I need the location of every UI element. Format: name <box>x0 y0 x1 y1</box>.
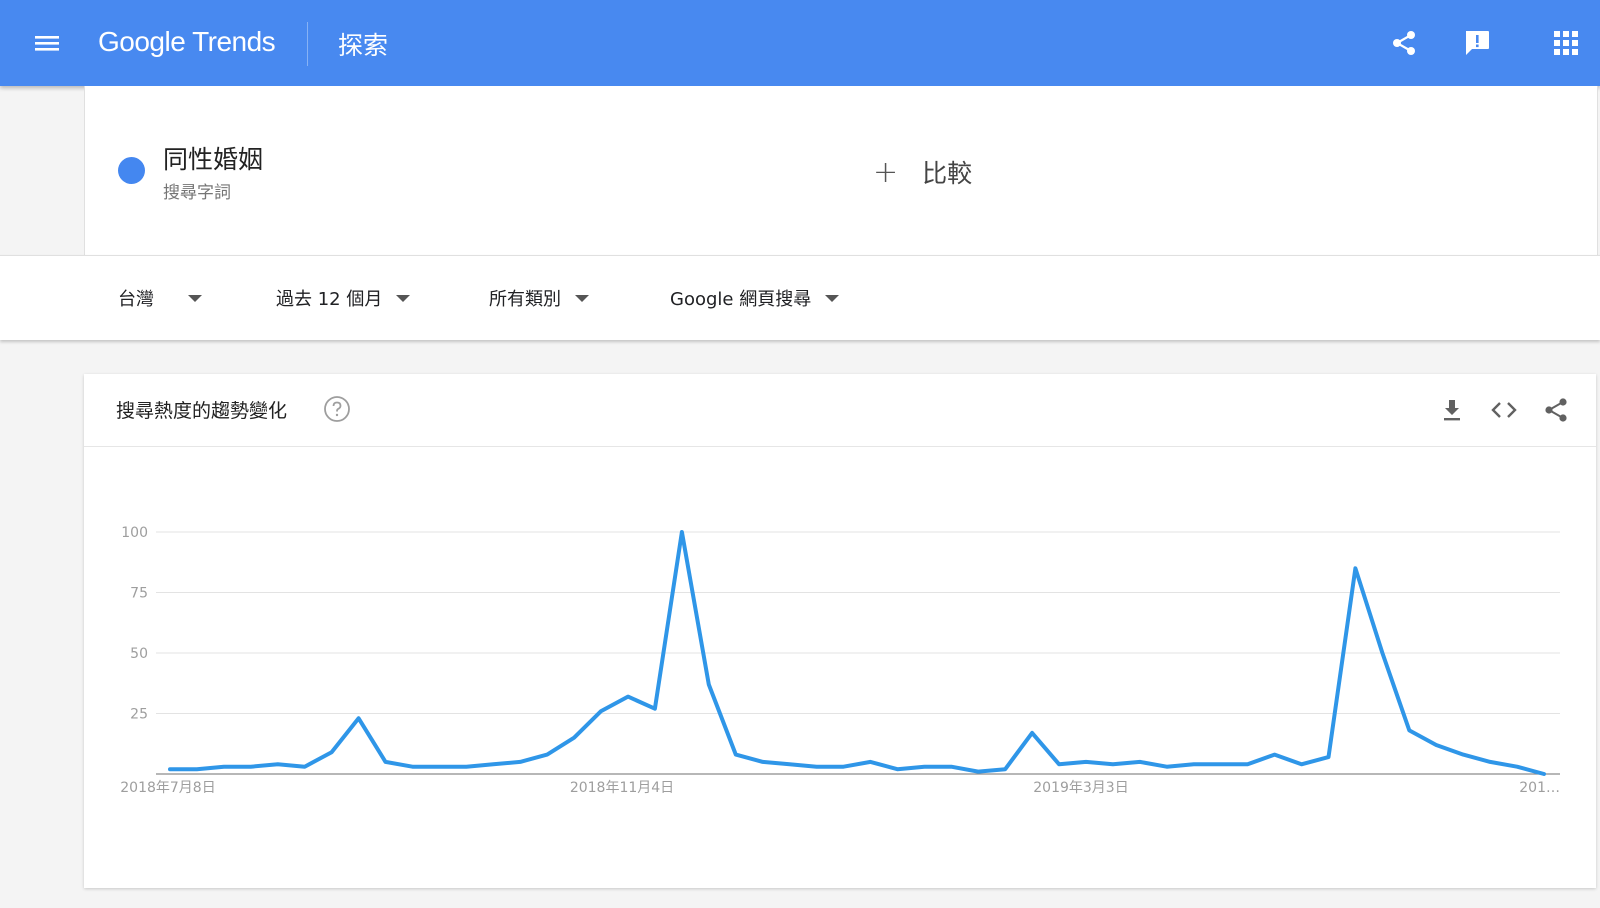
data-point <box>1326 755 1331 760</box>
data-point <box>221 764 226 769</box>
data-point <box>1164 764 1169 769</box>
data-point <box>1488 759 1493 764</box>
data-point <box>1137 759 1142 764</box>
data-point <box>1542 772 1547 777</box>
data-point <box>518 759 523 764</box>
data-point <box>383 759 388 764</box>
data-point <box>626 694 631 699</box>
data-point <box>1030 730 1035 735</box>
data-point <box>545 752 550 757</box>
data-point <box>652 706 657 711</box>
share-icon[interactable] <box>1389 28 1419 58</box>
data-point <box>329 750 334 755</box>
chevron-down-icon <box>188 294 202 302</box>
term-color-dot <box>118 157 145 184</box>
data-point <box>1218 762 1223 767</box>
category-filter-label: 所有類別 <box>489 289 561 310</box>
data-point <box>1515 764 1520 769</box>
data-point <box>949 764 954 769</box>
data-point <box>1353 566 1358 571</box>
search-type-filter[interactable]: Google 網頁搜尋 <box>670 280 840 316</box>
data-point <box>168 767 173 772</box>
data-point <box>814 764 819 769</box>
data-point <box>248 764 253 769</box>
region-filter[interactable]: 台灣 <box>118 280 202 316</box>
data-point <box>1110 762 1115 767</box>
data-point <box>1191 762 1196 767</box>
data-point <box>1003 767 1008 772</box>
compare-button[interactable]: + 比較 <box>873 152 972 192</box>
data-point <box>275 762 280 767</box>
chevron-down-icon <box>825 294 840 302</box>
data-point <box>760 759 765 764</box>
y-tick-label: 75 <box>130 586 148 602</box>
data-point <box>868 759 873 764</box>
data-point <box>410 764 415 769</box>
data-point <box>922 764 927 769</box>
page-title: 探索 <box>338 31 389 60</box>
x-tick-label: 2018年7月8日 <box>120 780 215 796</box>
data-point <box>599 709 604 714</box>
compare-panel: + 比較 <box>841 86 1598 255</box>
region-filter-label: 台灣 <box>118 289 154 310</box>
data-point <box>437 764 442 769</box>
data-point <box>356 716 361 721</box>
data-point <box>1461 752 1466 757</box>
interest-over-time-card: 搜尋熱度的趨勢變化 100 75 50 25 2018年7月8日 2018年11月4日 20… <box>84 374 1596 888</box>
y-tick-label: 50 <box>130 646 148 662</box>
data-point <box>464 764 469 769</box>
plus-icon: + <box>873 154 899 190</box>
google-trends-logo[interactable]: Google Trends <box>98 26 276 58</box>
x-tick-label: 2018年11月4日 <box>570 780 674 796</box>
chevron-down-icon <box>396 294 411 302</box>
search-term-panel[interactable]: 同性婚姻 搜尋字詞 <box>84 86 842 255</box>
data-point <box>1245 762 1250 767</box>
data-point <box>1272 752 1277 757</box>
chevron-down-icon <box>575 294 589 302</box>
search-type-filter-label: Google 網頁搜尋 <box>670 289 812 310</box>
data-point <box>706 682 711 687</box>
data-point <box>733 752 738 757</box>
data-point <box>194 767 199 772</box>
time-range-filter-label: 過去 12 個月 <box>276 289 383 310</box>
top-app-bar: Google Trends 探索 <box>0 0 1600 86</box>
category-filter[interactable]: 所有類別 <box>489 280 589 316</box>
time-range-filter[interactable]: 過去 12 個月 <box>276 280 411 316</box>
data-point <box>976 769 981 774</box>
menu-icon[interactable] <box>34 30 60 56</box>
search-term-type: 搜尋字詞 <box>163 183 231 203</box>
filter-bar: 台灣 過去 12 個月 所有類別 Google 網頁搜尋 <box>0 255 1600 340</box>
x-tick-label: 2019年3月3日 <box>1033 780 1128 796</box>
compare-label: 比較 <box>922 159 973 188</box>
apps-icon[interactable] <box>1551 28 1581 58</box>
x-tick-label: 201… <box>1519 780 1560 796</box>
data-point <box>841 764 846 769</box>
data-point <box>572 735 577 740</box>
data-point <box>491 762 496 767</box>
data-point <box>787 762 792 767</box>
data-point <box>1057 762 1062 767</box>
interest-line-chart: 100 75 50 25 2018年7月8日 2018年11月4日 2019年3月3日 201… <box>120 525 1560 796</box>
data-point <box>895 767 900 772</box>
feedback-icon[interactable] <box>1462 28 1492 58</box>
data-point <box>1380 651 1385 656</box>
header-divider <box>307 22 308 66</box>
y-tick-label: 25 <box>130 707 148 723</box>
data-point <box>1407 728 1412 733</box>
search-term-name[interactable]: 同性婚姻 <box>163 140 263 176</box>
y-tick-label: 100 <box>121 525 148 541</box>
data-point <box>302 764 307 769</box>
data-point <box>679 530 684 535</box>
data-point <box>1299 762 1304 767</box>
data-point <box>1434 743 1439 748</box>
data-point <box>1084 759 1089 764</box>
